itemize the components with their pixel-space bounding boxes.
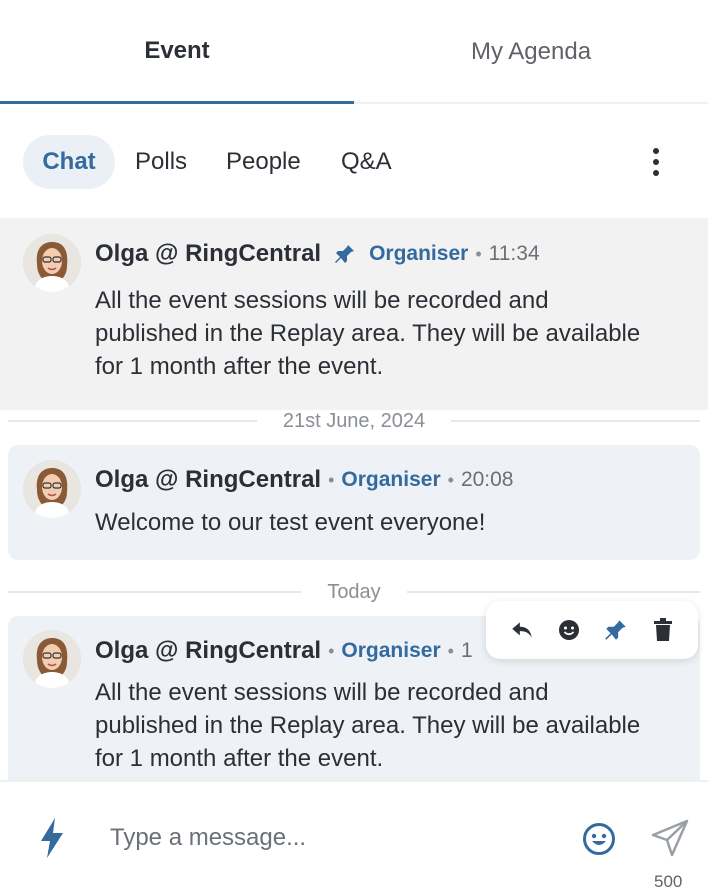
message-composer: 500 bbox=[0, 780, 708, 892]
message-time: 20:08 bbox=[460, 468, 514, 491]
tab-people[interactable]: People bbox=[226, 135, 301, 189]
avatar[interactable] bbox=[23, 630, 81, 688]
character-limit: 500 bbox=[654, 872, 683, 891]
separator-dot: • bbox=[328, 469, 335, 490]
message-action-toolbar bbox=[486, 601, 698, 659]
message-author[interactable]: Olga @ RingCentral bbox=[95, 637, 321, 665]
pin-icon[interactable] bbox=[600, 614, 632, 646]
date-label: Today bbox=[327, 580, 381, 603]
tab-polls[interactable]: Polls bbox=[135, 135, 187, 189]
pinned-message: Olga @ RingCentral Organiser • 11:34 All… bbox=[0, 218, 708, 410]
organiser-badge: Organiser bbox=[341, 639, 441, 662]
emoji-react-icon[interactable] bbox=[553, 614, 585, 646]
send-icon[interactable] bbox=[650, 818, 690, 863]
message-author[interactable]: Olga @ RingCentral bbox=[95, 240, 321, 268]
message-text: All the event sessions will be recorded … bbox=[95, 679, 641, 772]
message-input[interactable] bbox=[100, 816, 560, 860]
tab-chat[interactable]: Chat bbox=[23, 135, 115, 189]
pinned-icon bbox=[333, 242, 357, 266]
sub-tab-bar: Chat Polls People Q&A bbox=[0, 104, 708, 218]
avatar[interactable] bbox=[23, 234, 81, 292]
separator-dot: • bbox=[447, 469, 454, 490]
lightning-icon[interactable] bbox=[38, 818, 66, 863]
message-author[interactable]: Olga @ RingCentral bbox=[95, 466, 321, 494]
message-time: 11:34 bbox=[488, 242, 540, 265]
organiser-badge: Organiser bbox=[369, 242, 469, 265]
tab-event[interactable]: Event bbox=[0, 0, 354, 104]
avatar[interactable] bbox=[23, 460, 81, 518]
tab-qa[interactable]: Q&A bbox=[341, 135, 392, 189]
reply-icon[interactable] bbox=[506, 614, 538, 646]
emoji-icon[interactable] bbox=[582, 822, 616, 861]
message-time: 1 bbox=[460, 639, 473, 662]
separator-dot: • bbox=[447, 640, 454, 661]
date-label: 21st June, 2024 bbox=[282, 409, 426, 432]
message-text: All the event sessions will be recorded … bbox=[95, 287, 641, 380]
top-tab-bar: Event My Agenda bbox=[0, 0, 708, 104]
chat-feed[interactable]: Olga @ RingCentral Organiser • 11:34 All… bbox=[0, 218, 708, 780]
more-options-icon[interactable] bbox=[640, 142, 672, 182]
date-separator: 21st June, 2024 bbox=[8, 409, 700, 433]
tab-my-agenda[interactable]: My Agenda bbox=[354, 0, 708, 104]
delete-icon[interactable] bbox=[647, 614, 679, 646]
organiser-badge: Organiser bbox=[341, 468, 441, 491]
separator-dot: • bbox=[328, 640, 335, 661]
chat-message[interactable]: Olga @ RingCentral • Organiser • 20:08 W… bbox=[8, 445, 700, 560]
separator-dot: • bbox=[475, 243, 482, 264]
message-text: Welcome to our test event everyone! bbox=[95, 509, 486, 536]
